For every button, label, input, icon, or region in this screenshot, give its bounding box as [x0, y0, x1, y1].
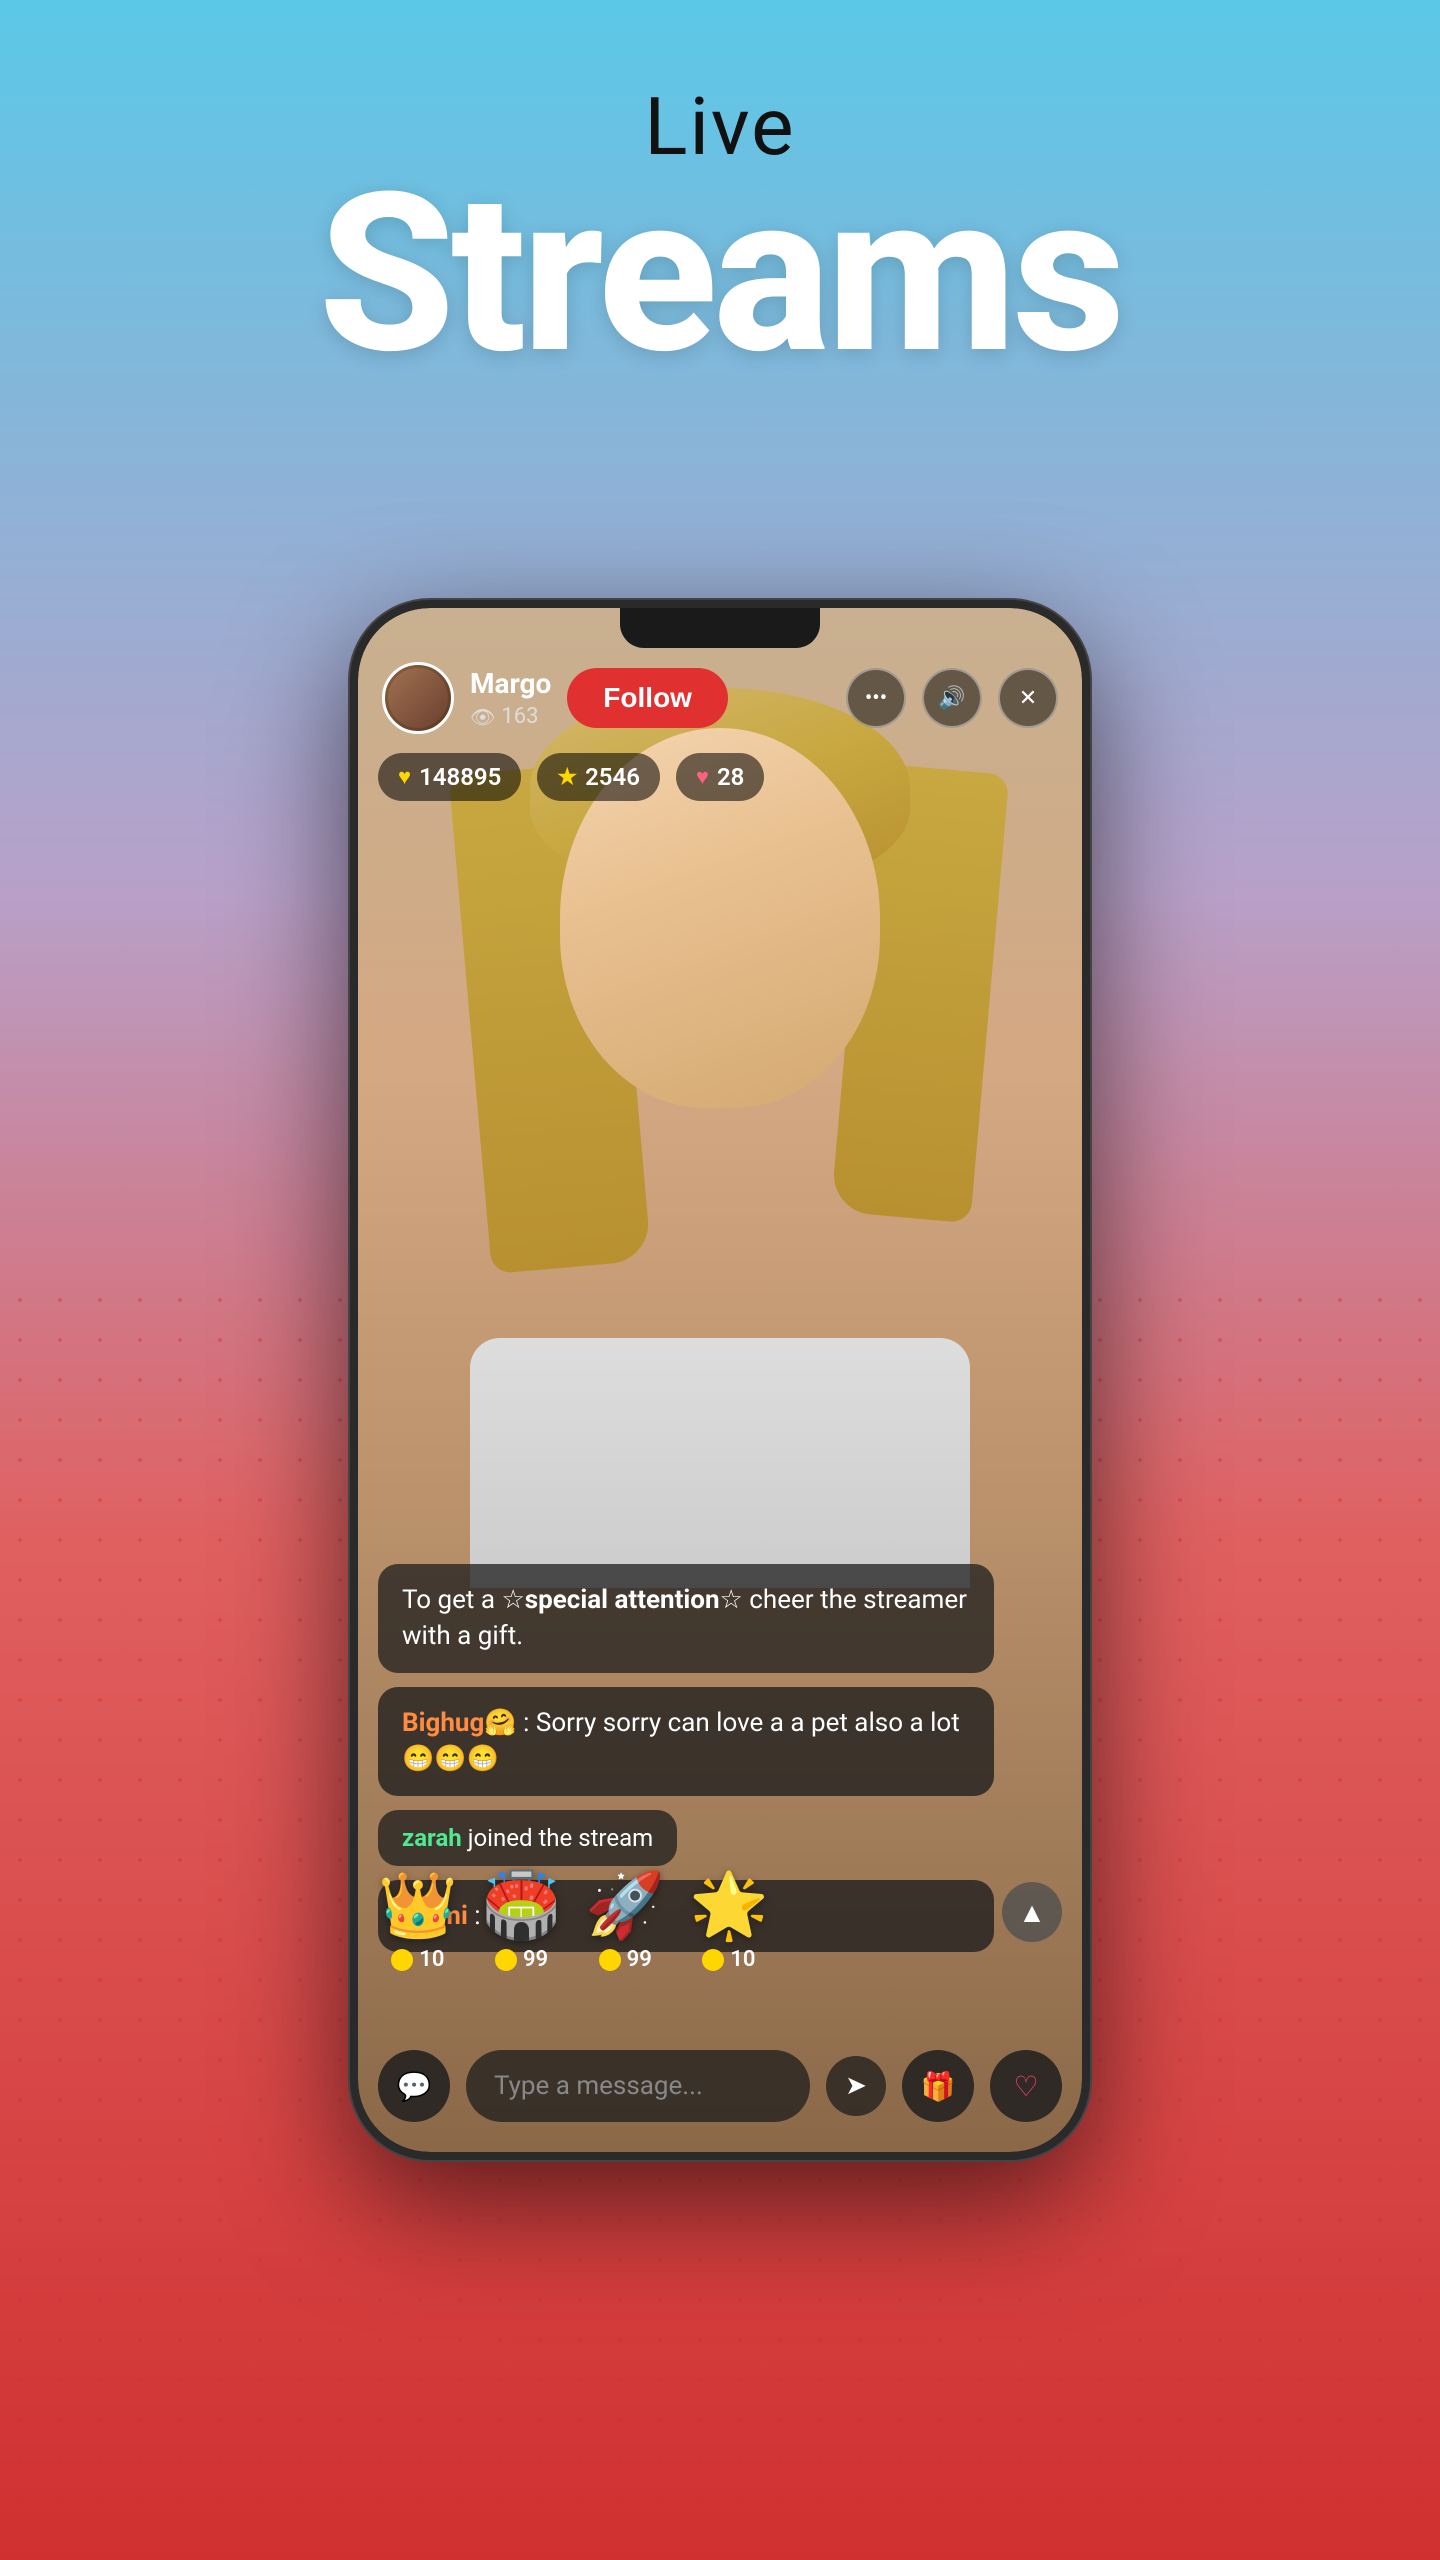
- gift-cost-3: 99: [599, 1947, 652, 1972]
- chevron-up-icon: ▲: [1018, 1896, 1046, 1929]
- message-input[interactable]: Type a message...: [466, 2050, 810, 2122]
- streamer-name: Margo: [470, 667, 551, 700]
- gift-item-1[interactable]: 👑 10: [378, 1868, 458, 1972]
- gift-cost-4: 10: [702, 1947, 755, 1972]
- system-message: To get a ☆special attention☆ cheer the s…: [378, 1564, 994, 1673]
- gift-emoji-2: 🏟️: [482, 1868, 562, 1943]
- gift-icon: 🎁: [921, 2070, 956, 2103]
- phone-shell: Margo 👁 163 Follow ••• 🔊 ✕: [350, 600, 1090, 2160]
- follow-button[interactable]: Follow: [567, 668, 728, 728]
- gift-item-4[interactable]: 🌟 10: [689, 1868, 769, 1972]
- chat-message-1: Bighug🤗 : Sorry sorry can love a a pet a…: [378, 1687, 994, 1796]
- join-notification: zarah joined the stream: [378, 1810, 677, 1866]
- phone-screen: Margo 👁 163 Follow ••• 🔊 ✕: [358, 608, 1082, 2152]
- coin-icon-3: [599, 1949, 621, 1971]
- viewer-number: 163: [501, 704, 538, 729]
- heart-icon: ♡: [1013, 2070, 1038, 2103]
- stats-bar: ♥ 148895 ★ 2546 ♥ 28: [378, 753, 764, 801]
- gift-emoji-3: 🚀: [585, 1868, 665, 1943]
- close-icon: ✕: [1019, 686, 1037, 711]
- gift-button[interactable]: 🎁: [902, 2050, 974, 2122]
- streams-label: Streams: [0, 164, 1440, 384]
- chat-bubble-icon: 💬: [397, 2070, 432, 2103]
- more-options-button[interactable]: •••: [846, 668, 906, 728]
- chat-username-1: Bighug🤗: [402, 1708, 517, 1738]
- avatar-image: [388, 668, 448, 728]
- join-text: joined the stream: [468, 1824, 653, 1852]
- gift-item-2[interactable]: 🏟️ 99: [482, 1868, 562, 1972]
- scroll-up-button[interactable]: ▲: [1002, 1882, 1062, 1942]
- gift-price-1: 10: [419, 1947, 444, 1972]
- coins-icon: ♥: [398, 764, 411, 790]
- more-icon: •••: [865, 686, 887, 711]
- gift-cost-1: 10: [391, 1947, 444, 1972]
- gift-item-3[interactable]: 🚀 99: [585, 1868, 665, 1972]
- body: [470, 1338, 970, 1588]
- gift-emoji-1: 👑: [378, 1868, 458, 1943]
- stars-icon: ★: [557, 765, 577, 790]
- gift-emoji-4: 🌟: [689, 1868, 769, 1943]
- system-message-text: To get a ☆special attention☆ cheer the s…: [402, 1585, 967, 1651]
- gifts-row: 👑 10 🏟️ 99 🚀: [378, 1868, 1062, 1982]
- gift-price-4: 10: [730, 1947, 755, 1972]
- hearts-value: 28: [717, 763, 744, 791]
- coin-icon-2: [495, 1949, 517, 1971]
- sound-icon: 🔊: [938, 686, 965, 711]
- stars-value: 2546: [585, 763, 640, 791]
- open-chat-button[interactable]: 💬: [378, 2050, 450, 2122]
- viewer-count: 👁 163: [470, 704, 551, 729]
- like-button[interactable]: ♡: [990, 2050, 1062, 2122]
- sound-button[interactable]: 🔊: [922, 668, 982, 728]
- send-message-button[interactable]: ➤: [826, 2056, 886, 2116]
- close-button[interactable]: ✕: [998, 668, 1058, 728]
- message-placeholder: Type a message...: [494, 2071, 703, 2101]
- header-right-icons: ••• 🔊 ✕: [846, 668, 1058, 728]
- gift-price-2: 99: [523, 1947, 548, 1972]
- eye-icon: 👁: [470, 705, 495, 729]
- send-icon: ➤: [845, 2071, 867, 2101]
- join-username: zarah: [402, 1824, 462, 1852]
- gift-price-3: 99: [627, 1947, 652, 1972]
- phone-device: Margo 👁 163 Follow ••• 🔊 ✕: [350, 600, 1090, 2160]
- streamer-info: Margo 👁 163: [470, 667, 551, 729]
- stars-badge: ★ 2546: [537, 753, 660, 801]
- hearts-badge: ♥ 28: [676, 753, 764, 801]
- coins-value: 148895: [419, 763, 501, 791]
- streamer-avatar[interactable]: [382, 662, 454, 734]
- streamer-video: [420, 688, 1020, 1588]
- stream-header: Margo 👁 163 Follow ••• 🔊 ✕: [358, 653, 1082, 743]
- coins-badge: ♥ 148895: [378, 753, 521, 801]
- coin-icon-4: [702, 1949, 724, 1971]
- header-area: Live Streams: [0, 80, 1440, 384]
- coin-icon-1: [391, 1949, 413, 1971]
- phone-notch: [620, 608, 820, 648]
- gift-cost-2: 99: [495, 1947, 548, 1972]
- hearts-icon: ♥: [696, 764, 709, 790]
- bottom-bar: 💬 Type a message... ➤ 🎁 ♡: [378, 2050, 1062, 2122]
